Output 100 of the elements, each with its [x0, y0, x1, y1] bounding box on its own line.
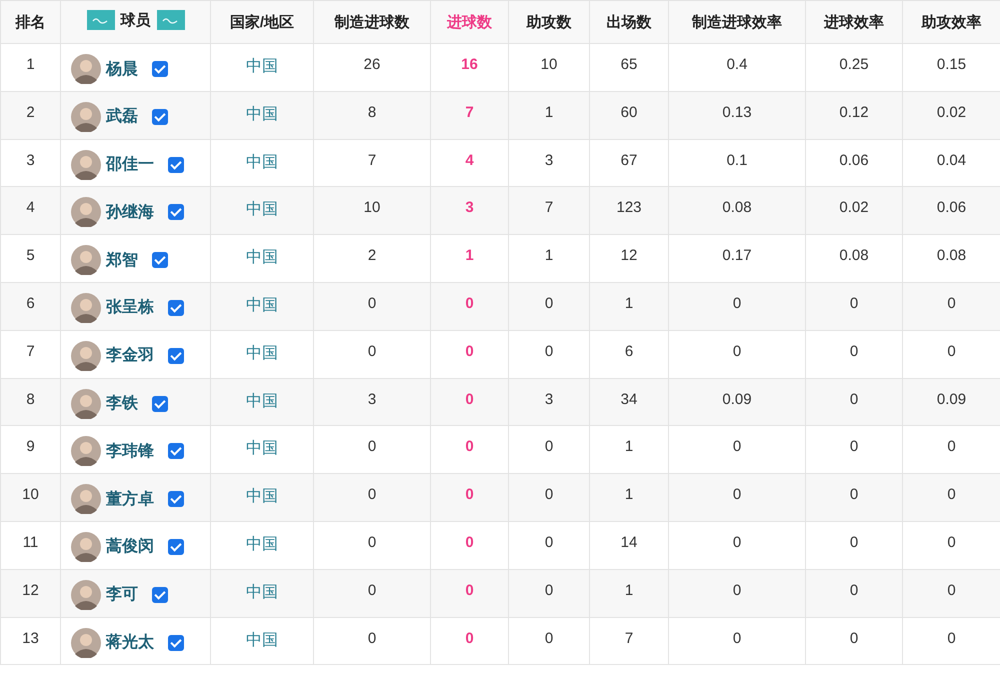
checkbox[interactable]	[168, 348, 184, 364]
rank-text: 6	[26, 294, 35, 312]
checkbox[interactable]	[168, 634, 184, 651]
avatar-icon	[71, 102, 101, 132]
stat-value: 0	[732, 294, 742, 312]
column-header: 制造进球数	[334, 14, 410, 30]
stat-value: 0	[850, 390, 858, 408]
rank-text: 4	[26, 199, 35, 216]
stat-value: 0	[544, 582, 554, 599]
country-text: 中国	[246, 440, 278, 458]
player-name-link[interactable]: 邵佳一	[106, 154, 154, 176]
stat-value: 0	[732, 486, 742, 504]
country-text: 中国	[246, 536, 278, 553]
checkbox[interactable]	[168, 204, 184, 220]
stat-value: 67	[620, 152, 638, 169]
checkbox[interactable]	[152, 61, 168, 77]
stat-value: 8	[368, 104, 376, 121]
column-header: 球员	[120, 10, 150, 30]
stat-value: 0.25	[839, 56, 869, 73]
avatar-icon	[71, 150, 101, 180]
checkbox[interactable]	[152, 586, 168, 603]
player-name-link[interactable]: 董方卓	[106, 488, 154, 510]
column-header: 国家/地区	[230, 14, 294, 30]
checkbox[interactable]	[152, 108, 168, 125]
stat-value: 0	[544, 630, 554, 647]
stat-value: 0.04	[936, 152, 966, 169]
stat-value: 0	[850, 582, 858, 599]
stat-value: 0	[850, 438, 858, 456]
checkbox[interactable]	[152, 396, 168, 412]
country-text: 中国	[246, 392, 278, 410]
stat-value: 0	[732, 630, 742, 647]
player-name-link[interactable]: 李玮锋	[106, 440, 154, 462]
stat-value: 0.02	[936, 104, 966, 121]
stat-value: 1	[624, 582, 634, 599]
stat-value: 0	[465, 534, 474, 551]
checkbox[interactable]	[168, 156, 184, 173]
country-text: 中国	[246, 584, 278, 601]
player-name-link[interactable]: 张呈栋	[106, 297, 154, 318]
stat-value: 0	[732, 582, 742, 599]
country-text: 中国	[246, 344, 278, 362]
player-name-link[interactable]: 杨晨	[106, 58, 138, 80]
stat-value: 0	[368, 582, 376, 599]
country-text: 中国	[246, 201, 278, 218]
stat-value: 0	[368, 534, 376, 551]
stat-value: 0.08	[936, 247, 966, 264]
checkbox[interactable]	[168, 491, 184, 508]
stat-value: 10	[364, 199, 380, 216]
stat-value: 34	[620, 390, 638, 408]
stat-value: 6	[624, 342, 634, 360]
stat-value: 0	[732, 438, 742, 456]
stat-value: 0	[544, 342, 554, 360]
avatar-icon	[71, 245, 101, 276]
player-name-link[interactable]: 郑智	[106, 250, 138, 271]
stat-value: 0	[368, 342, 376, 360]
stat-value: 0.09	[722, 390, 752, 408]
avatar-icon	[71, 197, 101, 228]
stat-value: 16	[461, 56, 478, 73]
stat-value: 0	[850, 630, 858, 647]
column-header: 排名	[16, 14, 46, 30]
column-header: 进球数	[447, 14, 492, 30]
rank-text: 12	[22, 582, 39, 599]
checkbox[interactable]	[168, 443, 184, 460]
column-header: 助攻数	[526, 14, 572, 30]
country-text: 中国	[246, 249, 278, 266]
player-name-link[interactable]: 孙继海	[106, 202, 154, 223]
rank-text: 1	[26, 56, 35, 73]
checkbox[interactable]	[168, 538, 184, 555]
checkbox[interactable]	[168, 300, 184, 316]
stat-value: 0.02	[839, 199, 869, 216]
rank-text: 10	[22, 486, 39, 504]
country-text: 中国	[246, 632, 278, 649]
stat-value: 0	[850, 342, 858, 360]
avatar-icon	[71, 532, 101, 562]
stat-value: 0.15	[936, 56, 966, 73]
checkbox[interactable]	[152, 252, 168, 268]
stat-value: 65	[620, 56, 638, 73]
player-name-link[interactable]: 蒿俊闵	[106, 536, 154, 558]
player-name-link[interactable]: 李金羽	[106, 345, 154, 366]
stat-value: 10	[540, 56, 558, 73]
player-name-link[interactable]: 李可	[106, 584, 138, 606]
player-name-link[interactable]: 武磊	[106, 106, 138, 128]
stat-value: 7	[544, 199, 554, 216]
country-text: 中国	[246, 488, 278, 506]
stat-value: 1	[624, 294, 634, 312]
stat-value: 1	[624, 438, 634, 456]
player-name-link[interactable]: 李铁	[106, 393, 138, 414]
stat-value: 0	[465, 294, 474, 312]
stat-value: 0	[732, 342, 742, 360]
avatar-icon	[71, 436, 101, 466]
rank-text: 3	[26, 152, 35, 169]
column-header: 助攻效率	[922, 14, 982, 30]
stat-value: 0	[947, 486, 956, 504]
stat-value: 0	[465, 582, 474, 599]
stat-value: 0	[732, 534, 742, 551]
stat-value: 0	[465, 390, 474, 408]
player-name-link[interactable]: 蒋光太	[106, 632, 154, 654]
stat-value: 7	[465, 104, 474, 121]
stat-value: 123	[616, 199, 642, 216]
stat-value: 0.1	[726, 152, 748, 169]
stat-value: 0	[465, 342, 474, 360]
